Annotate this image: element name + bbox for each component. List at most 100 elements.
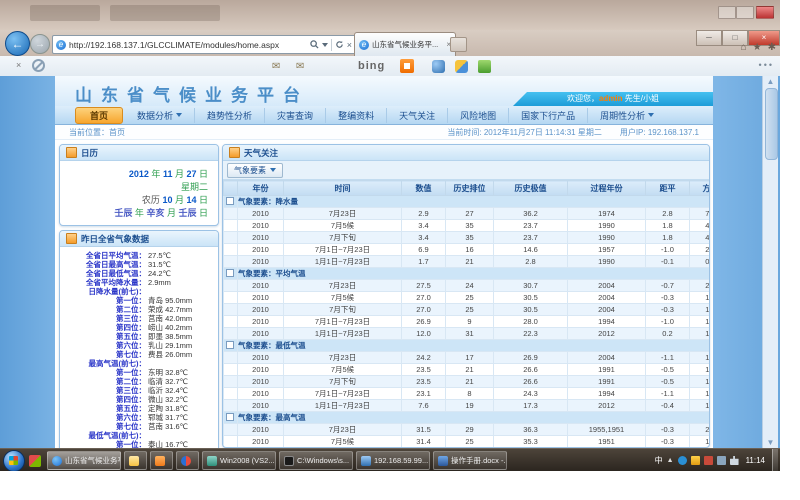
taskbar-window-button[interactable]: C:\Windows\s...	[279, 451, 353, 470]
addon-puzzle-icon[interactable]	[478, 60, 491, 73]
volume-icon[interactable]	[730, 456, 739, 465]
table-row[interactable]: 2010 7月23日 27.5 24 30.7 2004 -0.7 2.0	[224, 280, 711, 292]
address-bar[interactable]: e http://192.168.137.1/GLCCLIMATE/module…	[52, 35, 356, 54]
bg-minimize-button[interactable]	[718, 6, 736, 19]
table-row[interactable]: 2010 7月23日 24.2 17 26.9 2004 -1.1 1.8	[224, 352, 711, 364]
menu-item-label: 国家下行产品	[521, 109, 575, 122]
menu-item[interactable]: 国家下行产品	[515, 108, 588, 123]
table-row[interactable]: 2010 7月5候 27.0 25 30.5 2004 -0.3 1.6	[224, 292, 711, 304]
column-header-rank[interactable]: 历史排位	[446, 181, 494, 196]
cell-process-year: 1957	[568, 244, 646, 256]
vertical-scrollbar[interactable]: ▲ ▼	[762, 76, 778, 448]
table-row[interactable]: 2010 7月1日~7月23日 26.9 9 28.0 1994 -1.0 1.…	[224, 316, 711, 328]
menu-item[interactable]: 整编资料	[332, 108, 387, 123]
group-checkbox[interactable]	[226, 413, 234, 421]
menu-item[interactable]: 天气关注	[393, 108, 448, 123]
group-header-row[interactable]: 气象要素：降水量	[224, 196, 711, 208]
scrollbar-thumb[interactable]	[765, 88, 778, 160]
column-header-time[interactable]: 时间	[284, 181, 402, 196]
taskbar-window-button[interactable]: 操作手册.docx -...	[433, 451, 507, 470]
new-tab-button[interactable]	[450, 37, 467, 52]
menu-item[interactable]: 灾害查询	[271, 108, 326, 123]
column-header-extreme[interactable]: 历史极值	[494, 181, 568, 196]
taskbar-window-button[interactable]	[176, 451, 199, 470]
column-header-year[interactable]: 年份	[238, 181, 284, 196]
taskbar-window-button[interactable]	[124, 451, 147, 470]
table-row[interactable]: 2010 7月下旬 27.0 25 30.5 2004 -0.3 1.6	[224, 304, 711, 316]
cell-time: 7月下旬	[284, 376, 402, 388]
forward-button[interactable]: →	[30, 34, 50, 54]
browser-quick-icons: ⌂ ★ ✱	[741, 42, 776, 53]
tools-gear-icon[interactable]: ✱	[768, 42, 776, 53]
scroll-up-icon[interactable]: ▲	[766, 77, 775, 86]
column-header-anomaly[interactable]: 距平	[646, 181, 690, 196]
refresh-icon[interactable]	[335, 40, 344, 49]
taskbar-clock[interactable]: 11:14	[746, 456, 765, 465]
language-indicator[interactable]: 中	[655, 455, 663, 466]
table-row[interactable]: 2010 7月23日 31.5 29 36.3 1955,1951 -0.3 2…	[224, 424, 711, 436]
element-filter-button[interactable]: 气象要素	[227, 163, 283, 178]
hidden-icons-arrow[interactable]: ▲	[667, 457, 674, 464]
group-checkbox[interactable]	[226, 269, 234, 277]
column-header-process-year[interactable]: 过程年份	[568, 181, 646, 196]
table-row[interactable]: 2010 1月1日~7月23日 7.6 19 17.3 2012 -0.4 1.…	[224, 400, 711, 412]
group-header-row[interactable]: 气象要素：最高气温	[224, 412, 711, 424]
table-row[interactable]: 2010 7月1日~7月23日 23.1 8 24.3 1994 -1.1 1.…	[224, 388, 711, 400]
group-header-row[interactable]: 气象要素：最低气温	[224, 340, 711, 352]
addon-rocket-icon[interactable]	[455, 60, 468, 73]
menu-item[interactable]: 趋势性分析	[201, 108, 265, 123]
taskbar-window-button[interactable]: 山东省气候业务平...	[47, 451, 121, 470]
mail-icon[interactable]: ✉	[272, 61, 280, 72]
menu-item[interactable]: 周期性分析	[594, 108, 660, 123]
table-row[interactable]: 2010 1月1日~7月23日 12.0 31 22.3 2012 0.2 1.…	[224, 328, 711, 340]
taskbar-window-button[interactable]: Win2008 (VS2...	[202, 451, 276, 470]
bg-close-button[interactable]	[756, 6, 774, 19]
menu-item[interactable]: 数据分析	[131, 108, 195, 123]
messenger-tray-icon[interactable]	[678, 456, 687, 465]
taskbar-window-button[interactable]: 192.168.59.99...	[356, 451, 430, 470]
column-header-variance[interactable]: 方差	[690, 181, 711, 196]
search-icon[interactable]	[310, 40, 319, 49]
table-row[interactable]: 2010 7月5候 23.5 21 26.6 1991 -0.5 1.6	[224, 364, 711, 376]
cell-time: 7月23日	[284, 352, 402, 364]
bg-maximize-button[interactable]	[736, 6, 754, 19]
menu-item[interactable]: 首页	[75, 107, 123, 124]
column-header-value[interactable]: 数值	[402, 181, 446, 196]
cell-variance: 1.0	[690, 316, 711, 328]
browser-tab[interactable]: e 山东省气候业务平... ×	[354, 32, 456, 56]
update-tray-icon[interactable]	[691, 456, 700, 465]
bing-app-icon[interactable]	[400, 59, 414, 73]
table-row[interactable]: 2010 1月1日~7月23日 1.7 21 2.8 1990 -0.1 0.4	[224, 256, 711, 268]
flag-action-center-icon[interactable]	[704, 456, 713, 465]
back-button[interactable]: ←	[5, 31, 30, 56]
favorites-star-icon[interactable]: ★	[753, 42, 762, 53]
messenger-icon[interactable]	[432, 60, 445, 73]
minimize-button[interactable]: ─	[696, 30, 722, 46]
page: 山东省气候业务平台 欢迎您，admin 先生/小姐 首页 数据分析	[55, 76, 713, 448]
show-desktop-button[interactable]	[772, 449, 778, 471]
url-text[interactable]: http://192.168.137.1/GLCCLIMATE/modules/…	[69, 40, 307, 50]
network-icon[interactable]	[717, 456, 726, 465]
table-row[interactable]: 2010 7月下旬 3.4 35 23.7 1990 1.8 4.8	[224, 232, 711, 244]
home-icon[interactable]: ⌂	[741, 42, 747, 53]
start-button[interactable]	[3, 450, 25, 472]
table-row[interactable]: 2010 7月23日 2.9 27 36.2 1974 2.8 7.6	[224, 208, 711, 220]
pinned-app-icon[interactable]	[29, 455, 41, 467]
send-mail-icon[interactable]: ✉	[296, 61, 304, 72]
taskbar-window-button[interactable]	[150, 451, 173, 470]
group-checkbox[interactable]	[226, 197, 234, 205]
overflow-dots-icon[interactable]: •••	[759, 60, 774, 70]
table-row[interactable]: 2010 7月1日~7月23日 6.9 16 14.6 1957 -1.0 2.…	[224, 244, 711, 256]
scroll-down-icon[interactable]: ▼	[766, 438, 775, 447]
bing-logo[interactable]: bing	[358, 60, 385, 72]
close-addon-bar-icon[interactable]: ×	[16, 60, 21, 70]
menu-item[interactable]: 风险地图	[454, 108, 509, 123]
search-dropdown-icon[interactable]	[322, 43, 328, 47]
table-row[interactable]: 2010 7月5候 3.4 35 23.7 1990 1.8 4.8	[224, 220, 711, 232]
table-row[interactable]: 2010 7月5候 31.4 25 35.3 1951 -0.3 1.9	[224, 436, 711, 448]
group-header-row[interactable]: 气象要素：平均气温	[224, 268, 711, 280]
stop-icon[interactable]: ×	[347, 40, 352, 50]
table-row[interactable]: 2010 7月下旬 23.5 21 26.6 1991 -0.5 1.6	[224, 376, 711, 388]
cell-time: 7月23日	[284, 208, 402, 220]
group-checkbox[interactable]	[226, 341, 234, 349]
